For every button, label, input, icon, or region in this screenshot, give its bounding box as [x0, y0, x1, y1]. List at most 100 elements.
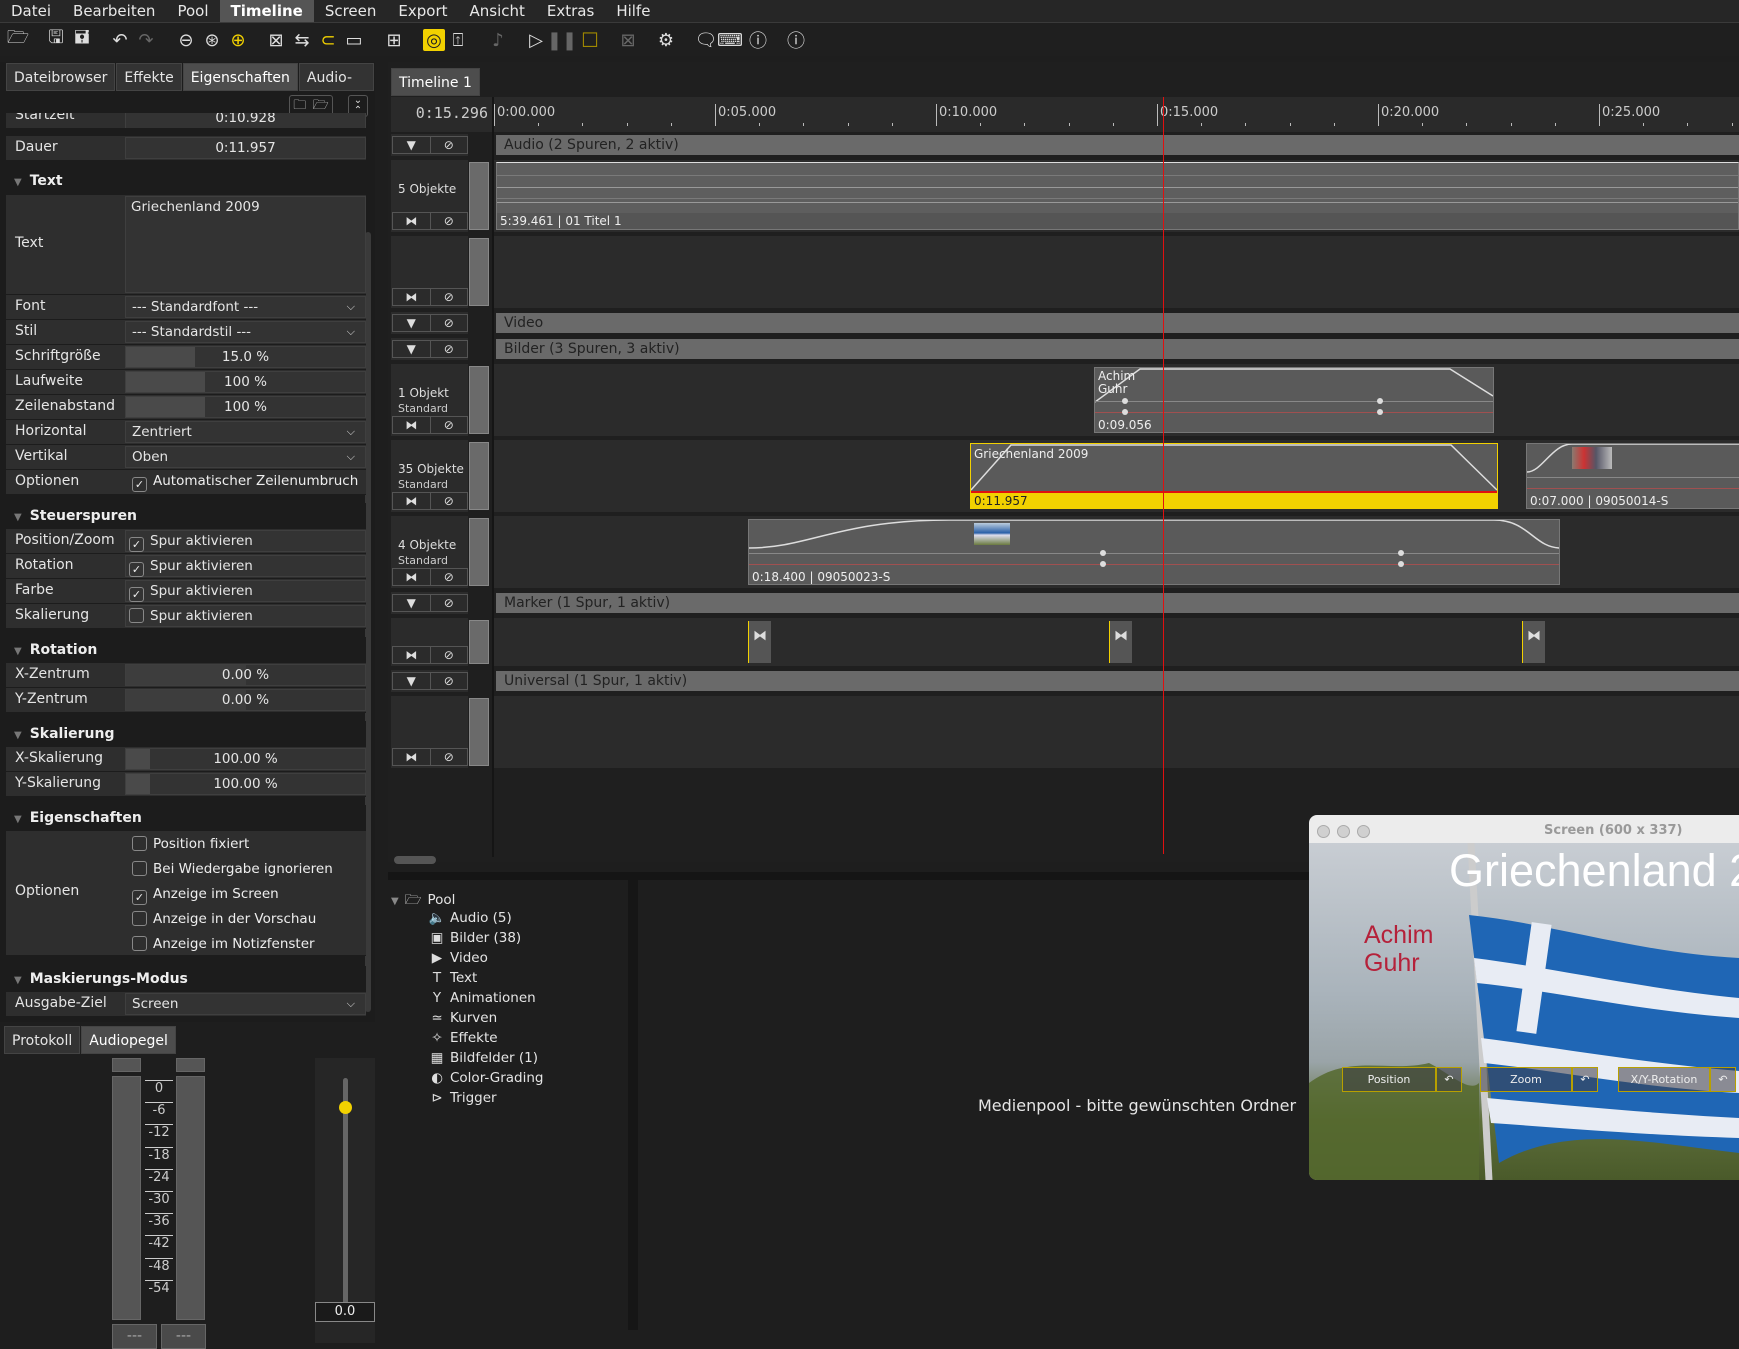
- reset-icon[interactable]: ↶: [1710, 1067, 1736, 1092]
- steuer-checkbox[interactable]: Spur aktivieren: [125, 605, 366, 627]
- pool-item[interactable]: Y Animationen: [428, 990, 536, 1006]
- mute-icon[interactable]: ⊘: [431, 137, 468, 153]
- stil-select[interactable]: --- Standardstil --- ⌵: [125, 321, 366, 343]
- mute-icon[interactable]: ⊘: [431, 749, 468, 765]
- marker-1[interactable]: ⧓: [748, 621, 771, 663]
- marker-group-bar[interactable]: Marker (1 Spur, 1 aktiv): [496, 593, 1739, 613]
- keyframe[interactable]: [1377, 409, 1383, 415]
- dauer-field[interactable]: 0:11.957: [125, 137, 366, 159]
- eig-option-checkbox[interactable]: Anzeige im Notizfenster: [132, 936, 315, 952]
- pause-icon[interactable]: ❚❚: [547, 26, 577, 54]
- overlay-xy-rotation-button[interactable]: X/Y-Rotation: [1618, 1067, 1710, 1092]
- video-group-bar[interactable]: Video: [496, 313, 1739, 333]
- solo-icon[interactable]: ⧓: [393, 213, 431, 229]
- zeilenumbruch-checkbox[interactable]: ✓ Automatischer Zeilenumbruch: [132, 473, 358, 492]
- menu-bearbeiten[interactable]: Bearbeiten: [62, 0, 166, 22]
- keyboard-icon[interactable]: ⌨: [716, 26, 744, 54]
- overlay-zoom-button[interactable]: Zoom: [1480, 1067, 1572, 1092]
- track-volume[interactable]: [469, 518, 489, 586]
- pool-divider[interactable]: [628, 880, 638, 1330]
- overlay-position-button[interactable]: Position: [1342, 1067, 1436, 1092]
- section-skalierung[interactable]: ▼ Skalierung: [6, 721, 366, 747]
- section-rotation[interactable]: ▼ Rotation: [6, 637, 366, 663]
- pool-item[interactable]: ◐ Color-Grading: [428, 1070, 543, 1086]
- solo-icon[interactable]: ⧓: [393, 289, 431, 305]
- export-frame-icon[interactable]: ⍐: [444, 26, 472, 54]
- audio-clip[interactable]: 5:39.461 | 01 Titel 1: [496, 162, 1739, 230]
- stop-icon[interactable]: ☐: [576, 26, 604, 54]
- cut-icon[interactable]: ⊠: [262, 26, 290, 54]
- menu-datei[interactable]: Datei: [0, 0, 62, 22]
- steuer-checkbox[interactable]: ✓ Spur aktivieren: [125, 530, 366, 552]
- magnet-icon[interactable]: ⊂: [314, 26, 342, 54]
- mute-icon[interactable]: ⊘: [431, 595, 468, 611]
- pool-item[interactable]: ≃ Kurven: [428, 1010, 497, 1026]
- audio-icon[interactable]: ♪: [484, 26, 512, 54]
- mute-icon[interactable]: ⊘: [431, 289, 468, 305]
- laufweite-slider[interactable]: 100 %: [125, 371, 366, 393]
- x-zentrum-slider[interactable]: 0.00 %: [125, 664, 366, 686]
- collapse-icon[interactable]: ▼: [393, 673, 431, 689]
- zoom-in-icon[interactable]: ⊕: [224, 26, 252, 54]
- playhead[interactable]: [1163, 97, 1164, 854]
- pool-item[interactable]: ▦ Bildfelder (1): [428, 1050, 538, 1066]
- keyframe[interactable]: [1100, 550, 1106, 556]
- keyframe[interactable]: [1398, 550, 1404, 556]
- mute-icon[interactable]: ⊘: [431, 647, 468, 663]
- menu-ansicht[interactable]: Ansicht: [459, 0, 536, 22]
- keyframe[interactable]: [1100, 561, 1106, 567]
- tab-eigenschaften[interactable]: Eigenschaften: [182, 63, 298, 91]
- track-volume[interactable]: [469, 366, 489, 434]
- startzeit-field[interactable]: 0:10.928: [125, 113, 366, 128]
- timeline-scrollbar[interactable]: [394, 856, 436, 864]
- clip-achim-guhr[interactable]: Achim Guhr 0:09.056: [1094, 367, 1494, 433]
- play-icon[interactable]: ▷: [522, 26, 550, 54]
- window-zoom-button[interactable]: [1357, 825, 1370, 838]
- ausgabe-select[interactable]: Screen ⌵: [125, 993, 366, 1015]
- zoom-out-icon[interactable]: ⊖: [172, 26, 200, 54]
- tab-dateibrowser[interactable]: Dateibrowser: [6, 63, 116, 91]
- clip-09050014[interactable]: 0:07.000 | 09050014-S: [1526, 443, 1739, 509]
- tab-timeline-1[interactable]: Timeline 1: [391, 68, 480, 96]
- zeilenabstand-slider[interactable]: 100 %: [125, 396, 366, 418]
- tab-audiopegel[interactable]: Audiopegel: [81, 1026, 176, 1054]
- keyframe[interactable]: [1398, 561, 1404, 567]
- keyframe[interactable]: [1122, 409, 1128, 415]
- mute-icon[interactable]: ⊘: [431, 569, 468, 585]
- menu-export[interactable]: Export: [387, 0, 458, 22]
- solo-icon[interactable]: ⧓: [393, 749, 431, 765]
- mute-icon[interactable]: ⊘: [431, 315, 468, 331]
- collapse-icon[interactable]: ▼: [393, 315, 431, 331]
- time-ruler[interactable]: 0:15.296 0:00.000 0:05.000 0:10.000 0:15.00…: [391, 97, 1739, 857]
- collapse-icon[interactable]: ▼: [393, 137, 431, 153]
- section-maskierungs-modus[interactable]: ▼ Maskierungs-Modus: [6, 966, 366, 992]
- mute-icon[interactable]: ⊘: [431, 493, 468, 509]
- ruler-icon[interactable]: ▭: [340, 26, 368, 54]
- zoom-fit-icon[interactable]: ⊛: [198, 26, 226, 54]
- section-text[interactable]: ▼ Text: [6, 168, 366, 194]
- horizontal-select[interactable]: Zentriert ⌵: [125, 421, 366, 443]
- pool-item[interactable]: ⊳ Trigger: [428, 1090, 496, 1106]
- eig-option-checkbox[interactable]: Anzeige in der Vorschau: [132, 911, 316, 927]
- steuer-checkbox[interactable]: ✓ Spur aktivieren: [125, 555, 366, 577]
- schriftgroesse-slider[interactable]: 15.0 %: [125, 346, 366, 368]
- track-volume[interactable]: [469, 698, 489, 766]
- menu-hilfe[interactable]: Hilfe: [605, 0, 661, 22]
- eig-option-checkbox[interactable]: ✓ Anzeige im Screen: [132, 886, 279, 905]
- mute-icon[interactable]: ⊘: [431, 673, 468, 689]
- open-folder-icon[interactable]: 🗁: [4, 26, 32, 54]
- reset-icon[interactable]: ↶: [1572, 1067, 1598, 1092]
- mute-icon[interactable]: ⊘: [431, 341, 468, 357]
- section-eigenschaften[interactable]: ▼ Eigenschaften: [6, 805, 366, 831]
- solo-icon[interactable]: ⧓: [393, 569, 431, 585]
- solo-icon[interactable]: ⧓: [393, 493, 431, 509]
- menu-screen[interactable]: Screen: [314, 0, 388, 22]
- y-skalierung-slider[interactable]: 100.00 %: [125, 773, 366, 795]
- solo-icon[interactable]: ⧓: [393, 647, 431, 663]
- screen-canvas[interactable]: Griechenland 2 Achim Guhr Position ↶ Zoo…: [1309, 843, 1739, 1180]
- x-skalierung-slider[interactable]: 100.00 %: [125, 748, 366, 770]
- preview-icon[interactable]: ◎: [423, 29, 445, 51]
- font-select[interactable]: --- Standardfont --- ⌵: [125, 296, 366, 318]
- marker-2[interactable]: ⧓: [1109, 621, 1132, 663]
- tab-audio-plugins[interactable]: Audio-Plugins: [298, 63, 374, 114]
